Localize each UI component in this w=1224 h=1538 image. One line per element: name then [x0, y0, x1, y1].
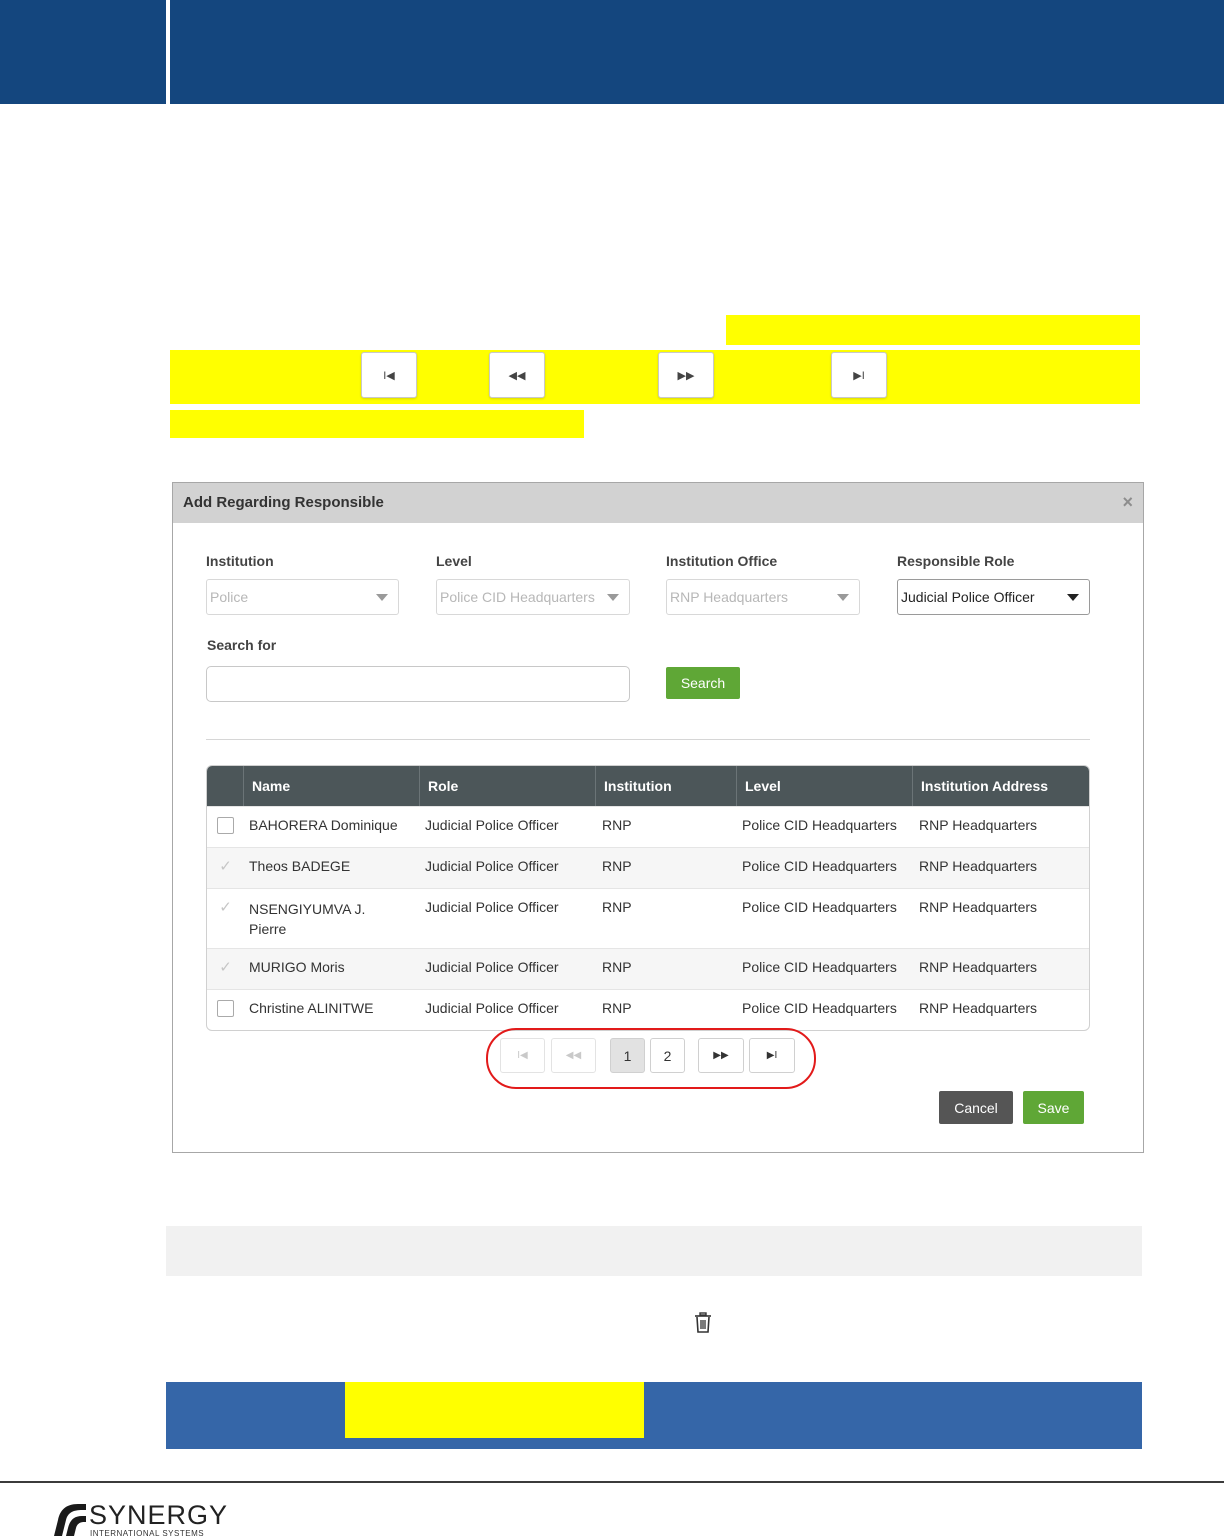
last-page-button[interactable]: ▶I [749, 1038, 795, 1073]
row-checkbox-checked: ✓ [219, 899, 232, 916]
table-row[interactable]: BAHORERA Dominique Judicial Police Offic… [207, 806, 1089, 847]
row-checkbox-checked: ✓ [219, 959, 232, 976]
next-pages-icon: ▶▶ [658, 352, 714, 398]
cell-role: Judicial Police Officer [425, 1000, 559, 1016]
institution-select-value: Police [210, 589, 249, 605]
table-row[interactable]: Christine ALINITWE Judicial Police Offic… [207, 989, 1089, 1030]
cell-role: Judicial Police Officer [425, 959, 559, 975]
close-icon[interactable]: × [1122, 492, 1133, 513]
header-name[interactable]: Name [243, 766, 419, 806]
trash-icon [695, 1312, 711, 1333]
responsibles-table: Name Role Institution Level Institution … [206, 765, 1090, 1031]
highlight-bar [345, 1382, 644, 1438]
cell-institution: RNP [602, 817, 632, 833]
level-select[interactable]: Police CID Headquarters [436, 579, 630, 615]
next-pages-button[interactable]: ▶▶ [698, 1038, 744, 1073]
header-role[interactable]: Role [419, 766, 595, 806]
cell-role: Judicial Police Officer [425, 899, 559, 915]
institution-office-label: Institution Office [666, 553, 778, 569]
responsible-role-select[interactable]: Judicial Police Officer [897, 579, 1090, 615]
cell-address: RNP Headquarters [919, 959, 1038, 975]
table-header: Name Role Institution Level Institution … [207, 766, 1089, 806]
cell-institution: RNP [602, 1000, 632, 1016]
first-page-icon: I◀ [361, 352, 417, 398]
table-row[interactable]: ✓ MURIGO Moris Judicial Police Officer R… [207, 948, 1089, 989]
cell-institution: RNP [602, 858, 632, 874]
highlight-bar [170, 350, 1140, 404]
responsible-role-select-value: Judicial Police Officer [901, 589, 1035, 605]
institution-label: Institution [206, 553, 274, 569]
header-select-column [207, 766, 243, 806]
cell-name: Christine ALINITWE [249, 1000, 374, 1016]
note-band [166, 1226, 1142, 1276]
divider [206, 739, 1090, 740]
section-band [166, 1382, 1142, 1449]
dialog-header: Add Regarding Responsible × [173, 483, 1143, 523]
cell-level: Police CID Headquarters [742, 817, 897, 833]
cell-institution: RNP [602, 959, 632, 975]
responsible-role-label: Responsible Role [897, 553, 1015, 569]
header-band-right [170, 0, 1224, 104]
last-page-icon: ▶I [831, 352, 887, 398]
chevron-down-icon [376, 594, 388, 601]
page-1-button[interactable]: 1 [610, 1038, 645, 1073]
row-checkbox[interactable] [217, 817, 234, 834]
search-button[interactable]: Search [666, 667, 740, 699]
search-input[interactable] [206, 666, 630, 702]
chevron-down-icon [837, 594, 849, 601]
table-row[interactable]: ✓ NSENGIYUMVA J. Pierre Judicial Police … [207, 888, 1089, 948]
cancel-button[interactable]: Cancel [939, 1091, 1013, 1124]
cell-name: MURIGO Moris [249, 959, 345, 975]
cell-level: Police CID Headquarters [742, 959, 897, 975]
cell-level: Police CID Headquarters [742, 1000, 897, 1016]
cell-role: Judicial Police Officer [425, 817, 559, 833]
cell-name: NSENGIYUMVA J. Pierre [249, 901, 366, 937]
highlight-bar [170, 410, 584, 438]
level-label: Level [436, 553, 472, 569]
chevron-down-icon [1067, 594, 1079, 601]
search-for-label: Search for [207, 637, 277, 653]
table-row[interactable]: ✓ Theos BADEGE Judicial Police Officer R… [207, 847, 1089, 888]
dialog-title: Add Regarding Responsible [183, 494, 384, 511]
level-select-value: Police CID Headquarters [440, 589, 595, 605]
previous-pages-icon: ◀◀ [489, 352, 545, 398]
row-checkbox[interactable] [217, 1000, 234, 1017]
cell-address: RNP Headquarters [919, 858, 1038, 874]
header-band-left [0, 0, 166, 104]
cell-name: BAHORERA Dominique [249, 817, 398, 833]
logo-name: SYNERGY [89, 1500, 229, 1530]
header-institution[interactable]: Institution [595, 766, 736, 806]
cell-role: Judicial Police Officer [425, 858, 559, 874]
cell-institution: RNP [602, 899, 632, 915]
cell-address: RNP Headquarters [919, 817, 1038, 833]
synergy-logo-icon [54, 1504, 86, 1536]
page-2-button[interactable]: 2 [650, 1038, 685, 1073]
institution-select[interactable]: Police [206, 579, 399, 615]
synergy-logo: SYNERGY INTERNATIONAL SYSTEMS [52, 1500, 252, 1538]
cell-address: RNP Headquarters [919, 899, 1038, 915]
institution-office-select-value: RNP Headquarters [670, 589, 789, 605]
header-institution-address[interactable]: Institution Address [912, 766, 1089, 806]
row-checkbox-checked: ✓ [219, 858, 232, 875]
cell-address: RNP Headquarters [919, 1000, 1038, 1016]
chevron-down-icon [607, 594, 619, 601]
previous-pages-button[interactable]: ◀◀ [551, 1038, 596, 1073]
footer-divider [0, 1481, 1224, 1483]
header-level[interactable]: Level [736, 766, 912, 806]
cell-level: Police CID Headquarters [742, 858, 897, 874]
institution-office-select[interactable]: RNP Headquarters [666, 579, 860, 615]
highlight-bar [726, 315, 1140, 345]
cell-name: Theos BADEGE [249, 858, 351, 874]
first-page-button[interactable]: I◀ [500, 1038, 545, 1073]
logo-subtitle: INTERNATIONAL SYSTEMS [90, 1529, 205, 1538]
save-button[interactable]: Save [1023, 1091, 1084, 1124]
cell-level: Police CID Headquarters [742, 899, 897, 915]
